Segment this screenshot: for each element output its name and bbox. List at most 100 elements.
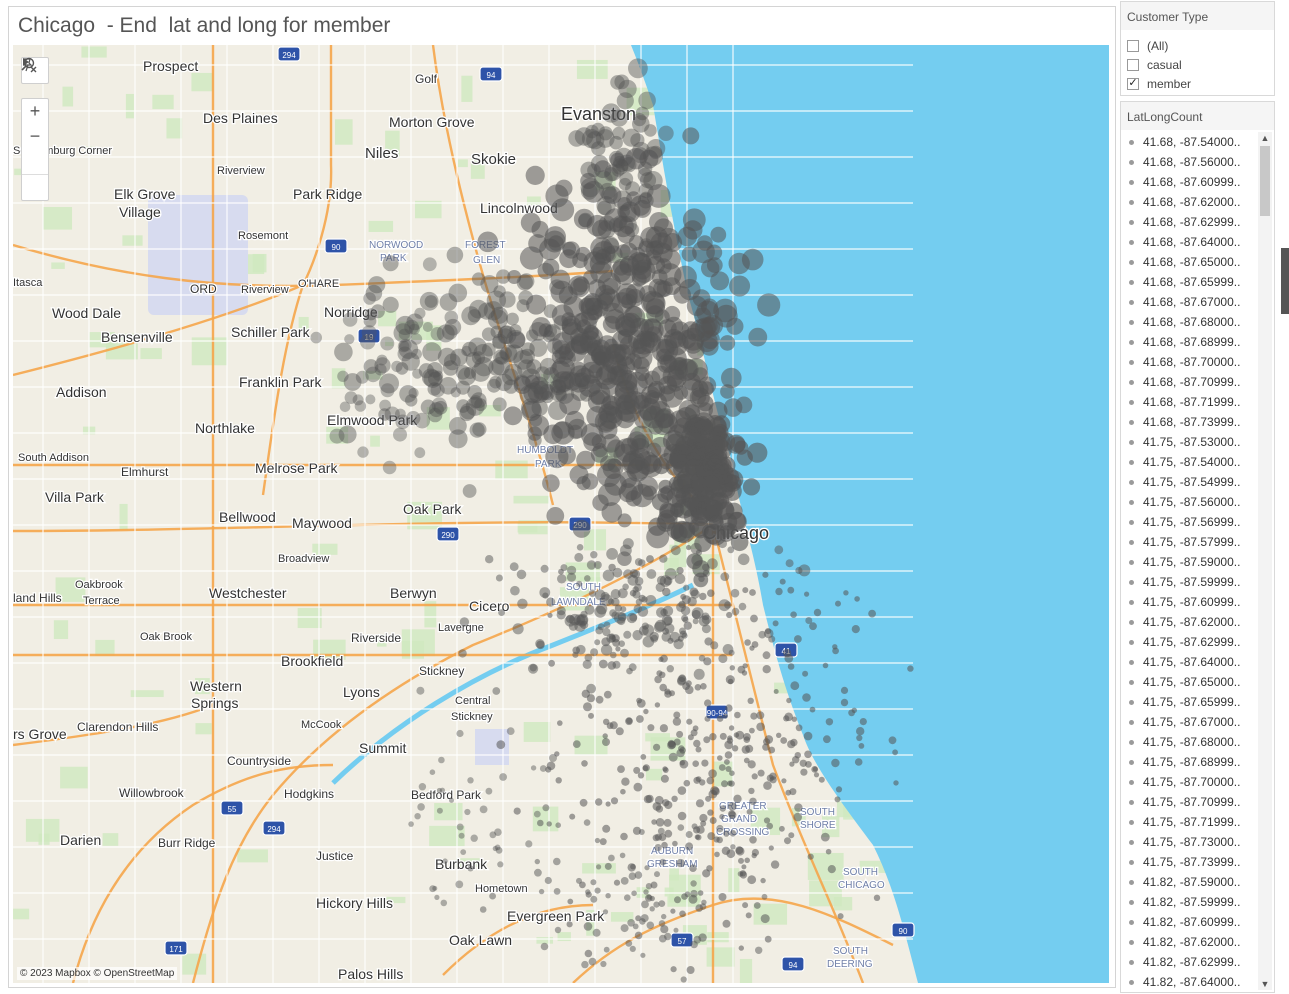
station-point: [580, 161, 598, 179]
station-point: [557, 574, 567, 584]
checkbox-icon[interactable]: [1127, 39, 1139, 52]
legend-dot-icon: [1129, 899, 1134, 905]
legend-list[interactable]: 41.68, -87.54000.. 41.68, -87.56000.. 41.6…: [1121, 132, 1255, 990]
scroll-up-icon[interactable]: ▲: [1258, 132, 1272, 144]
filter-option-member[interactable]: ✓ member: [1121, 74, 1274, 93]
legend-item[interactable]: 41.68, -87.71999..: [1121, 392, 1255, 412]
legend-item[interactable]: 41.68, -87.56000..: [1121, 152, 1255, 172]
station-point: [731, 745, 739, 752]
checkbox-checked-icon[interactable]: ✓: [1127, 77, 1139, 90]
legend-item[interactable]: 41.68, -87.60999..: [1121, 172, 1255, 192]
legend-item[interactable]: 41.75, -87.65000..: [1121, 672, 1255, 692]
legend-item[interactable]: 41.75, -87.62000..: [1121, 612, 1255, 632]
legend-item[interactable]: 41.75, -87.56000..: [1121, 492, 1255, 512]
legend-item[interactable]: 41.75, -87.62999..: [1121, 632, 1255, 652]
legend-item[interactable]: 41.75, -87.73999..: [1121, 852, 1255, 872]
legend-item[interactable]: 41.75, -87.53000..: [1121, 432, 1255, 452]
legend-item-label: 41.75, -87.65999..: [1143, 695, 1241, 709]
legend-item-label: 41.75, -87.71999..: [1143, 815, 1241, 829]
map-svg[interactable]: ProspectGolfEvanstonDes Plaines Morton Gr…: [13, 45, 1109, 983]
legend-item[interactable]: 41.75, -87.67000..: [1121, 712, 1255, 732]
station-point: [594, 887, 601, 894]
legend-item[interactable]: 41.75, -87.54999..: [1121, 472, 1255, 492]
legend-item[interactable]: 41.75, -87.59000..: [1121, 552, 1255, 572]
legend-item-label: 41.68, -87.70000..: [1143, 355, 1241, 369]
legend-item[interactable]: 41.68, -87.68000..: [1121, 312, 1255, 332]
legend-item[interactable]: 41.68, -87.62999..: [1121, 212, 1255, 232]
pin-reset-icon[interactable]: [22, 58, 48, 174]
legend-item[interactable]: 41.75, -87.56999..: [1121, 512, 1255, 532]
legend-dot-icon: [1129, 539, 1134, 545]
legend-dot-icon: [1129, 619, 1134, 625]
legend-item[interactable]: 41.82, -87.59000..: [1121, 872, 1255, 892]
station-point: [572, 519, 591, 538]
scroll-down-icon[interactable]: ▼: [1258, 978, 1272, 990]
legend-item[interactable]: 41.75, -87.65999..: [1121, 692, 1255, 712]
highway-shield-icon: 294: [277, 46, 301, 62]
legend-item[interactable]: 41.68, -87.70000..: [1121, 352, 1255, 372]
legend-item[interactable]: 41.75, -87.59999..: [1121, 572, 1255, 592]
place-label: O'HARE: [298, 278, 339, 290]
legend-scrollbar[interactable]: ▲ ▼: [1258, 132, 1272, 990]
legend-item-label: 41.68, -87.67000..: [1143, 295, 1241, 309]
legend-item[interactable]: 41.75, -87.70999..: [1121, 792, 1255, 812]
legend-item[interactable]: 41.75, -87.70000..: [1121, 772, 1255, 792]
legend-item[interactable]: 41.75, -87.71999..: [1121, 812, 1255, 832]
station-point: [859, 718, 867, 726]
legend-item[interactable]: 41.68, -87.67000..: [1121, 292, 1255, 312]
park-area: [13, 908, 30, 920]
scroll-thumb[interactable]: [1260, 146, 1270, 216]
station-point: [462, 484, 477, 498]
legend-item[interactable]: 41.68, -87.68999..: [1121, 332, 1255, 352]
shield-label: 94: [789, 961, 798, 970]
station-point: [576, 877, 582, 884]
station-point: [460, 849, 467, 855]
station-point: [785, 559, 794, 568]
legend-item[interactable]: 41.75, -87.68999..: [1121, 752, 1255, 772]
place-label: Riverside: [351, 631, 401, 645]
station-point: [512, 623, 524, 635]
legend-item[interactable]: 41.82, -87.62000..: [1121, 932, 1255, 952]
legend-item[interactable]: 41.68, -87.73999..: [1121, 412, 1255, 432]
legend-item[interactable]: 41.75, -87.60999..: [1121, 592, 1255, 612]
station-point: [683, 621, 692, 630]
legend-item-label: 41.68, -87.64000..: [1143, 235, 1241, 249]
legend-item-label: 41.75, -87.53000..: [1143, 435, 1241, 449]
station-point: [553, 857, 561, 866]
station-point: [672, 840, 678, 847]
legend-item[interactable]: 41.68, -87.64000..: [1121, 232, 1255, 252]
legend-item[interactable]: 41.75, -87.73000..: [1121, 832, 1255, 852]
station-point: [686, 544, 692, 551]
legend-item[interactable]: 41.68, -87.65000..: [1121, 252, 1255, 272]
legend-item[interactable]: 41.75, -87.64000..: [1121, 652, 1255, 672]
legend-item[interactable]: 41.68, -87.70999..: [1121, 372, 1255, 392]
legend-item[interactable]: 41.82, -87.64000..: [1121, 972, 1255, 990]
station-point: [720, 572, 730, 581]
expand-arrow-icon[interactable]: [22, 58, 48, 200]
legend-item[interactable]: 41.68, -87.65999..: [1121, 272, 1255, 292]
legend-item[interactable]: 41.75, -87.68000..: [1121, 732, 1255, 752]
place-label: Western: [190, 678, 242, 694]
station-point: [516, 569, 527, 580]
station-point: [662, 767, 669, 773]
legend-item[interactable]: 41.82, -87.59999..: [1121, 892, 1255, 912]
filter-option-casual[interactable]: casual: [1121, 55, 1274, 74]
station-point: [708, 769, 717, 778]
zoom-out-icon[interactable]: −: [22, 124, 48, 149]
map-canvas[interactable]: Prospect Golf Evanston Des Plaines Morton Gr…: [13, 45, 1109, 983]
station-point: [702, 563, 710, 571]
station-point: [499, 773, 507, 781]
legend-item[interactable]: 41.82, -87.60999..: [1121, 912, 1255, 932]
zoom-in-icon[interactable]: +: [22, 99, 48, 124]
legend-item[interactable]: 41.68, -87.62000..: [1121, 192, 1255, 212]
station-point: [439, 293, 458, 311]
legend-item[interactable]: 41.75, -87.57999..: [1121, 532, 1255, 552]
legend-item[interactable]: 41.82, -87.62999..: [1121, 952, 1255, 972]
filter-option-all[interactable]: (All): [1121, 36, 1274, 55]
station-point: [731, 607, 740, 616]
station-point: [738, 857, 744, 864]
station-point: [506, 727, 515, 735]
checkbox-icon[interactable]: [1127, 58, 1139, 71]
legend-item[interactable]: 41.68, -87.54000..: [1121, 132, 1255, 152]
legend-item[interactable]: 41.75, -87.54000..: [1121, 452, 1255, 472]
